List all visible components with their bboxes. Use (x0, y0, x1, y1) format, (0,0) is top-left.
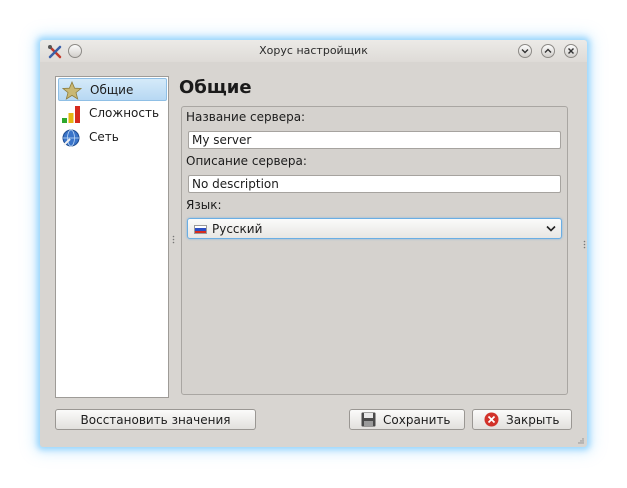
language-select-value: Русский (212, 222, 263, 236)
close-window-button[interactable] (564, 44, 578, 58)
splitter-handle-right[interactable] (583, 238, 586, 252)
save-button[interactable]: Сохранить (349, 409, 465, 430)
close-button[interactable]: Закрыть (472, 409, 572, 430)
save-button-label: Сохранить (383, 413, 451, 427)
title-bar[interactable]: Хорус настройщик (40, 40, 587, 62)
window-title: Хорус настройщик (259, 44, 368, 57)
maximize-button[interactable] (541, 44, 555, 58)
network-globe-icon (62, 129, 80, 147)
sidebar-item-label: Сложность (89, 106, 160, 120)
language-label: Язык: (186, 198, 222, 212)
splitter-handle[interactable] (172, 233, 175, 247)
sidebar-item-network[interactable]: Сеть (58, 126, 167, 149)
star-icon (62, 81, 82, 100)
russia-flag-icon (194, 225, 207, 234)
chevron-down-icon (546, 225, 556, 232)
resize-grip-icon[interactable] (578, 438, 584, 444)
sidebar-item-label: Общие (90, 83, 134, 97)
difficulty-bars-icon (62, 106, 80, 123)
server-name-input[interactable]: My server (188, 131, 561, 149)
minimize-button[interactable] (518, 44, 532, 58)
close-circle-icon (484, 412, 499, 427)
close-button-label: Закрыть (506, 413, 560, 427)
chevron-up-icon (544, 48, 552, 53)
server-description-label: Описание сервера: (186, 154, 307, 168)
settings-window: Хорус настройщик Общие Сложность Сеть Об… (40, 40, 587, 447)
server-description-input[interactable]: No description (188, 175, 561, 193)
category-list: Общие Сложность Сеть (55, 76, 169, 398)
language-select[interactable]: Русский (187, 218, 562, 239)
close-icon (568, 48, 574, 54)
floppy-disk-icon (361, 412, 376, 427)
sidebar-item-difficulty[interactable]: Сложность (58, 102, 167, 125)
settings-group-box (181, 106, 568, 395)
sidebar-item-general[interactable]: Общие (58, 78, 167, 101)
restore-defaults-button[interactable]: Восстановить значения (55, 409, 256, 430)
page-title: Общие (179, 77, 252, 98)
chevron-down-icon (521, 49, 529, 54)
server-name-label: Название сервера: (186, 110, 306, 124)
restore-defaults-label: Восстановить значения (80, 413, 231, 427)
sidebar-item-label: Сеть (89, 130, 119, 144)
